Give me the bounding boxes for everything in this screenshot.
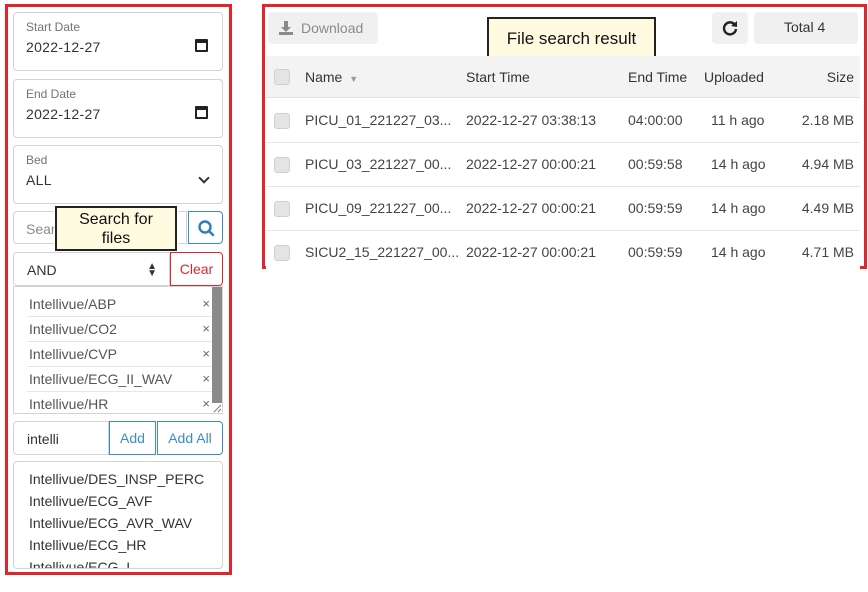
tag-search-value: intelli — [27, 431, 59, 447]
tag-item: Intellivue/CVP × — [27, 342, 212, 367]
column-start-time[interactable]: Start Time — [466, 69, 530, 85]
remove-tag-icon[interactable]: × — [202, 371, 210, 386]
tag-item: Intellivue/ABP × — [27, 292, 212, 317]
start-time: 2022-12-27 00:00:21 — [466, 200, 596, 216]
end-date-value: 2022-12-27 — [26, 106, 101, 122]
search-button[interactable] — [188, 211, 223, 244]
download-label: Download — [301, 20, 364, 36]
sort-desc-icon: ▼ — [349, 74, 359, 84]
calendar-icon[interactable] — [195, 106, 208, 119]
tag-label: Intellivue/CO2 — [29, 321, 117, 337]
uploaded: 14 h ago — [711, 200, 766, 216]
tag-option[interactable]: Intellivue/ECG_I — [29, 559, 130, 568]
table-header: Name ▼ Start Time End Time Uploaded Size — [266, 56, 860, 98]
row-checkbox[interactable] — [274, 245, 290, 261]
table-row[interactable]: PICU_01_221227_03... 2022-12-27 03:38:13… — [266, 99, 860, 143]
file-size: 4.94 MB — [801, 156, 854, 172]
tag-item: Intellivue/HR × — [27, 392, 212, 413]
start-date-label: Start Date — [26, 20, 81, 34]
logic-value: AND — [27, 262, 57, 278]
tag-label: Intellivue/ABP — [29, 296, 117, 312]
column-name-label: Name — [305, 69, 343, 85]
start-date-field[interactable]: Start Date 2022-12-27 — [13, 12, 223, 71]
tag-label: Intellivue/CVP — [29, 346, 117, 362]
start-time: 2022-12-27 00:00:21 — [466, 244, 596, 260]
search-callout: Search for files — [55, 206, 177, 251]
file-name[interactable]: PICU_03_221227_00... — [305, 156, 451, 172]
uploaded: 14 h ago — [711, 156, 766, 172]
bed-select[interactable]: Bed ALL — [13, 145, 223, 204]
add-button[interactable]: Add — [109, 421, 156, 455]
sort-updown-icon: ▲ ▼ — [147, 261, 157, 279]
selected-tag-list[interactable]: Intellivue/ABP × Intellivue/CO2 × Intell… — [13, 286, 223, 414]
end-date-field[interactable]: End Date 2022-12-27 — [13, 79, 223, 138]
end-time: 00:59:59 — [628, 200, 683, 216]
tag-label: Intellivue/ECG_II_WAV — [29, 371, 173, 387]
tag-option[interactable]: Intellivue/ECG_AVF — [29, 493, 152, 509]
tag-option[interactable]: Intellivue/DES_INSP_PERC — [29, 471, 204, 487]
download-button[interactable]: Download — [268, 12, 378, 44]
refresh-icon — [722, 21, 738, 36]
tag-item: Intellivue/CO2 × — [27, 317, 212, 342]
start-time: 2022-12-27 00:00:21 — [466, 156, 596, 172]
start-time: 2022-12-27 03:38:13 — [466, 112, 596, 128]
table-row[interactable]: SICU2_15_221227_00... 2022-12-27 00:00:2… — [266, 231, 860, 275]
result-callout-text: File search result — [506, 29, 637, 48]
uploaded: 14 h ago — [711, 244, 766, 260]
download-icon — [279, 21, 293, 35]
column-size[interactable]: Size — [827, 69, 854, 85]
start-date-value: 2022-12-27 — [26, 39, 101, 55]
tag-list-scrollbar[interactable] — [212, 287, 222, 403]
search-placeholder: Sear — [26, 221, 56, 237]
refresh-button[interactable] — [712, 12, 748, 44]
tag-option[interactable]: Intellivue/ECG_AVR_WAV — [29, 515, 192, 531]
total-count: Total 4 — [754, 12, 858, 44]
column-end-time[interactable]: End Time — [628, 69, 687, 85]
row-checkbox[interactable] — [274, 201, 290, 217]
partial-option — [29, 462, 199, 463]
clear-button[interactable]: Clear — [170, 252, 223, 286]
file-size: 4.71 MB — [801, 244, 854, 260]
file-size: 4.49 MB — [801, 200, 854, 216]
tag-search-input[interactable]: intelli — [13, 421, 109, 455]
end-time: 00:59:58 — [628, 156, 683, 172]
file-name[interactable]: PICU_09_221227_00... — [305, 200, 451, 216]
end-time: 00:59:59 — [628, 244, 683, 260]
remove-tag-icon[interactable]: × — [202, 346, 210, 361]
bed-value: ALL — [26, 172, 52, 188]
tag-option[interactable]: Intellivue/ECG_HR — [29, 537, 147, 553]
remove-tag-icon[interactable]: × — [202, 296, 210, 311]
column-uploaded[interactable]: Uploaded — [704, 69, 764, 85]
calendar-icon[interactable] — [195, 39, 208, 52]
column-name[interactable]: Name ▼ — [305, 69, 358, 85]
tag-option-list[interactable]: Intellivue/DES_INSP_PERC Intellivue/ECG_… — [13, 461, 223, 569]
remove-tag-icon[interactable]: × — [202, 396, 210, 411]
row-checkbox[interactable] — [274, 113, 290, 129]
search-icon — [198, 220, 215, 237]
logic-select[interactable]: AND ▲ ▼ — [13, 252, 170, 286]
total-label: Total 4 — [784, 19, 826, 35]
resize-handle-icon[interactable] — [213, 404, 222, 413]
file-size: 2.18 MB — [801, 112, 854, 128]
file-name[interactable]: PICU_01_221227_03... — [305, 112, 451, 128]
table-row[interactable]: PICU_09_221227_00... 2022-12-27 00:00:21… — [266, 187, 860, 231]
remove-tag-icon[interactable]: × — [202, 321, 210, 336]
end-date-label: End Date — [26, 87, 77, 101]
uploaded: 11 h ago — [711, 112, 765, 128]
end-time: 04:00:00 — [628, 112, 683, 128]
add-all-button[interactable]: Add All — [157, 421, 223, 455]
file-name[interactable]: SICU2_15_221227_00... — [305, 244, 459, 260]
select-all-checkbox[interactable] — [274, 69, 290, 85]
result-callout: File search result — [487, 17, 656, 58]
search-callout-text: Search for files — [79, 211, 153, 247]
chevron-down-icon — [198, 172, 210, 184]
row-checkbox[interactable] — [274, 157, 290, 173]
tag-item: Intellivue/ECG_II_WAV × — [27, 367, 212, 392]
bed-label: Bed — [26, 153, 48, 167]
table-row[interactable]: PICU_03_221227_00... 2022-12-27 00:00:21… — [266, 143, 860, 187]
tag-label: Intellivue/HR — [29, 396, 109, 412]
